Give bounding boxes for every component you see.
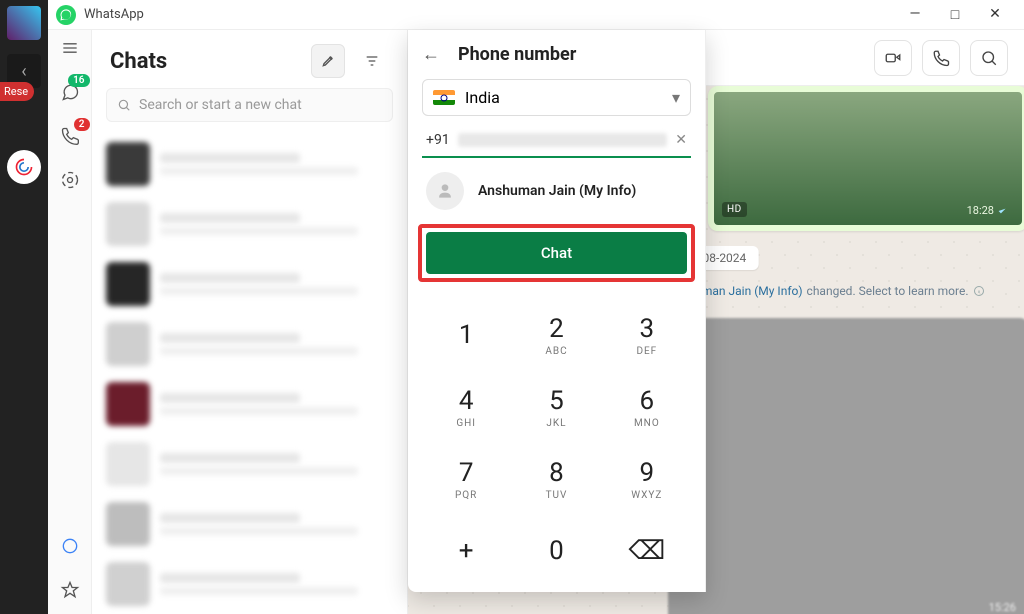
video-call-button[interactable] bbox=[874, 40, 912, 76]
new-chat-button[interactable] bbox=[311, 44, 345, 78]
dialpad-key-letters: PQR bbox=[455, 490, 477, 501]
dialpad-key-letters: WXYZ bbox=[631, 490, 662, 501]
filter-button[interactable] bbox=[355, 44, 389, 78]
dialpad: 1 2 ABC 3 DEF 4 GHI 5 JKL 6 MNO 7 PQR 8 TUV 9 WXYZ +0 ⌫ bbox=[422, 300, 691, 586]
chat-list-item[interactable] bbox=[102, 494, 397, 554]
chat-list-item[interactable] bbox=[102, 314, 397, 374]
chats-heading: Chats bbox=[110, 49, 167, 74]
chat-list[interactable] bbox=[92, 130, 407, 614]
dialpad-key-number: 3 bbox=[640, 314, 655, 344]
contact-avatar bbox=[426, 172, 464, 210]
dialpad-key-6[interactable]: 6 MNO bbox=[603, 372, 691, 442]
chat-list-item[interactable] bbox=[102, 134, 397, 194]
menu-icon[interactable] bbox=[58, 36, 82, 60]
dialpad-key-letters: MNO bbox=[634, 418, 660, 429]
dialpad-key-letters: TUV bbox=[546, 490, 568, 501]
reset-pill[interactable]: Rese bbox=[0, 82, 34, 101]
clear-input-icon[interactable]: ✕ bbox=[675, 132, 687, 148]
chevron-down-icon: ▾ bbox=[672, 88, 680, 107]
calls-icon[interactable]: 2 bbox=[58, 124, 82, 148]
window-minimize-button[interactable]: — bbox=[908, 6, 922, 23]
info-icon bbox=[973, 285, 985, 297]
dialpad-key-number: 1 bbox=[459, 320, 474, 350]
status-icon[interactable] bbox=[58, 168, 82, 192]
country-selector[interactable]: India ▾ bbox=[422, 79, 691, 116]
dialpad-key-number: 8 bbox=[549, 458, 564, 488]
dialpad-key-number: 9 bbox=[640, 458, 655, 488]
copilot-icon[interactable] bbox=[7, 150, 41, 184]
meta-ai-icon[interactable] bbox=[58, 534, 82, 558]
dialpad-key-number: + bbox=[459, 536, 474, 566]
chats-badge: 16 bbox=[68, 74, 89, 87]
hd-badge: HD bbox=[722, 202, 747, 217]
chat-list-item[interactable] bbox=[102, 374, 397, 434]
chats-panel: Chats Search or start a new chat bbox=[92, 30, 408, 614]
outgoing-media-message[interactable]: HD 18:28 bbox=[708, 86, 1024, 231]
dialpad-key-8[interactable]: 8 TUV bbox=[512, 444, 600, 514]
flag-india-icon bbox=[433, 90, 455, 105]
read-receipt-icon bbox=[998, 206, 1012, 216]
window-maximize-button[interactable]: □ bbox=[948, 6, 962, 23]
star-icon[interactable] bbox=[58, 578, 82, 602]
dialpad-key-1[interactable]: 1 bbox=[422, 300, 510, 370]
dialpad-key-number: 7 bbox=[459, 458, 474, 488]
phone-number-redacted bbox=[458, 133, 668, 147]
dialpad-key-number: 2 bbox=[549, 314, 564, 344]
dialpad-key-letters: JKL bbox=[546, 418, 566, 429]
message-time: 15:26 bbox=[989, 601, 1016, 614]
security-info-line[interactable]: Anshuman Jain (My Info) changed. Select … bbox=[668, 284, 985, 298]
security-info-text: changed. Select to learn more. bbox=[807, 284, 969, 298]
titlebar: WhatsApp — □ ✕ bbox=[48, 0, 1024, 30]
message-time: 18:28 bbox=[967, 204, 994, 217]
whatsapp-logo-icon bbox=[56, 5, 76, 25]
phone-number-popover: ← Phone number India ▾ +91 ✕ bbox=[408, 30, 706, 592]
chat-list-item[interactable] bbox=[102, 254, 397, 314]
dialpad-key-0[interactable]: 0 bbox=[512, 516, 600, 586]
dialpad-key-letters: ABC bbox=[545, 346, 567, 357]
dialpad-key-number: 4 bbox=[459, 386, 474, 416]
dial-code: +91 bbox=[426, 132, 450, 148]
chat-button[interactable]: Chat bbox=[426, 232, 687, 274]
dialpad-key-2[interactable]: 2 ABC bbox=[512, 300, 600, 370]
dialpad-key-7[interactable]: 7 PQR bbox=[422, 444, 510, 514]
dialpad-key-number: ⌫ bbox=[628, 536, 665, 566]
chats-icon[interactable]: 16 bbox=[58, 80, 82, 104]
dialpad-key-4[interactable]: 4 GHI bbox=[422, 372, 510, 442]
country-name: India bbox=[465, 88, 500, 107]
matched-contact-name: Anshuman Jain (My Info) bbox=[478, 183, 636, 199]
voice-call-button[interactable] bbox=[922, 40, 960, 76]
highlight-annotation: Chat bbox=[418, 224, 695, 282]
dialpad-key-number: 5 bbox=[549, 386, 564, 416]
system-rail: ‹ Rese bbox=[0, 0, 48, 614]
dialpad-key-5[interactable]: 5 JKL bbox=[512, 372, 600, 442]
dialpad-key-letters: DEF bbox=[636, 346, 657, 357]
popover-title: Phone number bbox=[458, 44, 576, 65]
dialpad-key-number: 6 bbox=[640, 386, 655, 416]
app-title: WhatsApp bbox=[84, 7, 144, 22]
conversation-pane: Anshuman Jain (My Info) bbox=[408, 30, 1024, 614]
outgoing-media-message[interactable]: 15:26 bbox=[668, 318, 1024, 614]
phone-input[interactable]: +91 ✕ bbox=[422, 126, 691, 158]
search-in-chat-button[interactable] bbox=[970, 40, 1008, 76]
dialpad-key-letters: GHI bbox=[456, 418, 476, 429]
matched-contact-row[interactable]: Anshuman Jain (My Info) bbox=[422, 158, 691, 224]
back-arrow-icon[interactable]: ← bbox=[422, 44, 440, 65]
dialpad-key-3[interactable]: 3 DEF bbox=[603, 300, 691, 370]
dialpad-key-9[interactable]: 9 WXYZ bbox=[603, 444, 691, 514]
calls-badge: 2 bbox=[74, 118, 90, 131]
system-tile-slack[interactable] bbox=[7, 6, 41, 40]
dialpad-key-⌫[interactable]: ⌫ bbox=[603, 516, 691, 586]
search-placeholder: Search or start a new chat bbox=[139, 97, 302, 113]
chat-list-item[interactable] bbox=[102, 194, 397, 254]
chat-list-item[interactable] bbox=[102, 554, 397, 614]
search-input[interactable]: Search or start a new chat bbox=[106, 88, 393, 122]
chat-list-item[interactable] bbox=[102, 434, 397, 494]
window-close-button[interactable]: ✕ bbox=[988, 6, 1002, 23]
wa-nav-rail: 16 2 bbox=[48, 30, 92, 614]
dialpad-key-+[interactable]: + bbox=[422, 516, 510, 586]
dialpad-key-number: 0 bbox=[549, 536, 564, 566]
